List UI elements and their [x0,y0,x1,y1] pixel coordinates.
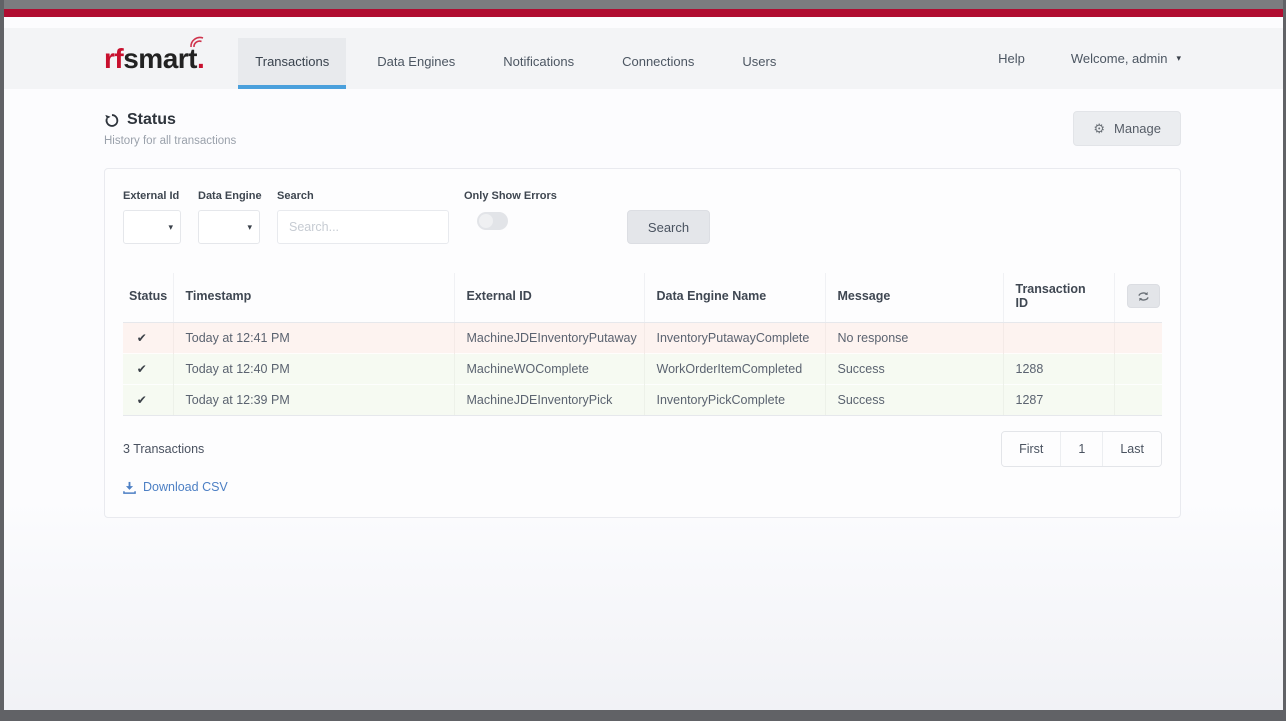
chevron-down-icon: ▾ [247,221,252,232]
page-title: Status [127,111,176,128]
search-filter-label: Search [277,190,314,202]
tab-connections[interactable]: Connections [605,38,711,89]
search-input[interactable] [277,210,449,244]
cell-transaction-id: 1288 [1003,353,1114,385]
only-show-errors-toggle[interactable] [477,212,508,230]
history-icon [104,113,119,128]
tab-notifications[interactable]: Notifications [486,38,591,89]
window-chrome-bar [4,0,1283,9]
status-check-icon: ✔ [123,353,173,385]
pagination: First 1 Last [1001,431,1162,467]
page-header: Status History for all transactions ⚙ Ma… [104,111,1181,147]
cell-data-engine: WorkOrderItemCompleted [644,353,825,385]
search-button[interactable]: Search [626,210,711,244]
col-header-status: Status [123,273,174,323]
col-header-external-id: External ID [454,273,645,323]
manage-button-label: Manage [1114,121,1161,136]
user-menu[interactable]: Welcome, admin ▾ [1071,51,1181,66]
col-header-message: Message [825,273,1004,323]
refresh-icon [1137,291,1149,301]
page-content: Status History for all transactions ⚙ Ma… [4,89,1283,518]
cell-actions [1114,322,1162,354]
cell-message: No response [825,322,1003,354]
cell-transaction-id: 1287 [1003,384,1114,416]
pagination-page-1-button[interactable]: 1 [1060,432,1103,466]
cell-external-id: MachineJDEInventoryPick [454,384,644,416]
table-row[interactable]: ✔ Today at 12:39 PM MachineJDEInventoryP… [123,384,1162,416]
status-check-icon: ✔ [123,384,173,416]
cell-actions [1114,384,1162,416]
filter-bar: External Id ▾ Data Engine ▾ Search On [123,190,1162,244]
data-engine-select[interactable]: ▾ [198,210,260,244]
pagination-first-button[interactable]: First [1002,432,1061,466]
cell-actions [1114,353,1162,385]
cell-message: Success [825,384,1003,416]
app-window: rfsmart. Transactions Data Engines Notif… [4,0,1283,710]
col-header-timestamp: Timestamp [173,273,455,323]
download-csv-link[interactable]: Download CSV [123,480,228,494]
col-header-transaction-id: Transaction ID [1003,273,1115,323]
table-header-row: Status Timestamp External ID Data Engine… [123,273,1162,323]
table-row[interactable]: ✔ Today at 12:40 PM MachineWOComplete Wo… [123,353,1162,385]
chevron-down-icon: ▾ [1176,53,1181,63]
brand-accent-bar [4,9,1283,17]
download-icon [123,481,136,494]
help-link[interactable]: Help [998,51,1025,66]
navbar-right: Help Welcome, admin ▾ [998,28,1181,89]
user-menu-label: Welcome, admin [1070,51,1168,66]
cell-timestamp: Today at 12:40 PM [173,353,454,385]
tab-users[interactable]: Users [725,38,793,89]
refresh-button[interactable] [1126,284,1160,308]
table-footer: 3 Transactions First 1 Last [123,431,1162,467]
status-check-icon: ✔ [123,322,173,354]
main-nav-tabs: Transactions Data Engines Notifications … [238,28,793,89]
cell-transaction-id [1003,322,1114,354]
chevron-down-icon: ▾ [168,221,173,232]
gear-icon: ⚙ [1093,121,1106,136]
cell-timestamp: Today at 12:41 PM [173,322,454,354]
col-header-refresh [1114,273,1162,323]
transactions-panel: External Id ▾ Data Engine ▾ Search On [104,168,1181,518]
col-header-data-engine: Data Engine Name [644,273,826,323]
tab-data-engines[interactable]: Data Engines [360,38,472,89]
data-engine-filter-label: Data Engine [198,190,262,202]
cell-external-id: MachineJDEInventoryPutaway [454,322,644,354]
cell-timestamp: Today at 12:39 PM [173,384,454,416]
top-navbar: rfsmart. Transactions Data Engines Notif… [4,28,1283,89]
only-show-errors-label: Only Show Errors [464,190,557,202]
cell-message: Success [825,353,1003,385]
table-row[interactable]: ✔ Today at 12:41 PM MachineJDEInventoryP… [123,322,1162,354]
external-id-filter-label: External Id [123,190,180,202]
tab-transactions[interactable]: Transactions [238,38,347,89]
pagination-last-button[interactable]: Last [1102,432,1161,466]
cell-external-id: MachineWOComplete [454,353,644,385]
manage-button[interactable]: ⚙ Manage [1073,111,1181,146]
cell-data-engine: InventoryPutawayComplete [644,322,825,354]
rfsmart-logo[interactable]: rfsmart. [104,28,205,89]
external-id-select[interactable]: ▾ [123,210,181,244]
page-subtitle: History for all transactions [104,135,237,147]
cell-data-engine: InventoryPickComplete [644,384,825,416]
transactions-table: Status Timestamp External ID Data Engine… [123,273,1162,416]
download-csv-label: Download CSV [143,480,228,494]
transaction-count: 3 Transactions [123,442,205,456]
signal-waves-icon [188,34,208,55]
